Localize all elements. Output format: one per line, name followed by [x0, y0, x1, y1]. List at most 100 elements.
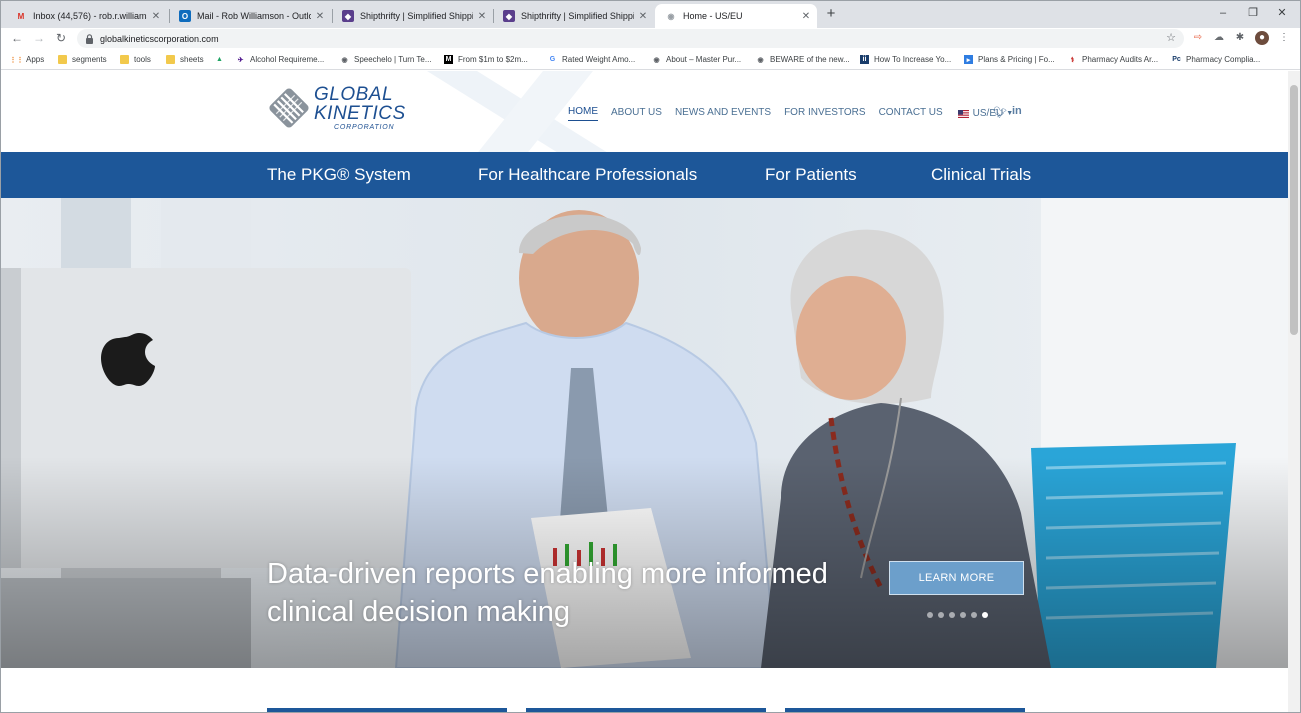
- bookmark-item[interactable]: M From $1m to $2m...: [444, 53, 528, 66]
- carousel-dot[interactable]: [960, 612, 966, 618]
- close-icon[interactable]: ✕: [801, 11, 811, 22]
- lock-icon: [86, 33, 93, 44]
- folder-icon: [166, 55, 175, 64]
- page-scrollbar[interactable]: [1288, 71, 1300, 712]
- logo-line-global: GLOBAL: [314, 84, 394, 105]
- us-flag-icon: [957, 109, 969, 118]
- tab-outlook-mail[interactable]: O Mail - Rob Williamson - Outlook ✕: [169, 4, 331, 28]
- bookmark-label: Plans & Pricing | Fo...: [978, 55, 1055, 64]
- bookmark-item[interactable]: ⋮⋮ Apps: [10, 53, 45, 66]
- extension-cast-icon[interactable]: ⇨: [1191, 31, 1205, 45]
- medium-icon: M: [444, 55, 453, 64]
- bookmark-label: Apps: [26, 55, 45, 64]
- tab-title: Inbox (44,576) - rob.r.williamson: [33, 11, 147, 21]
- main-nav-clinical-trials[interactable]: Clinical Trials: [931, 165, 1031, 185]
- carousel-dot[interactable]: [938, 612, 944, 618]
- hero-headline: Data-driven reports enabling more inform…: [267, 555, 847, 631]
- top-nav-for-investors[interactable]: FOR INVESTORS: [784, 107, 866, 121]
- bookmark-label: BEWARE of the new...: [770, 55, 850, 64]
- bookmark-label: Rated Weight Amo...: [562, 55, 636, 64]
- main-nav-healthcare-professionals[interactable]: For Healthcare Professionals: [478, 165, 697, 185]
- carousel-pagination: [927, 612, 993, 618]
- bookmark-item[interactable]: ▲: [215, 53, 229, 66]
- linkedin-icon[interactable]: in: [1012, 105, 1022, 117]
- tab-title: Mail - Rob Williamson - Outlook: [197, 11, 311, 21]
- feature-card[interactable]: [526, 708, 766, 712]
- hero-headline-line1: Data-driven reports enabling more inform…: [267, 558, 828, 590]
- carousel-dot[interactable]: [971, 612, 977, 618]
- tab-home-us-eu[interactable]: ◉ Home - US/EU ✕: [655, 4, 817, 28]
- extensions-puzzle-icon[interactable]: ✱: [1233, 31, 1247, 45]
- feature-card[interactable]: [785, 708, 1025, 712]
- bookmark-label: sheets: [180, 55, 204, 64]
- bookmark-item[interactable]: ✈ Alcohol Requireme...: [236, 53, 325, 66]
- carousel-dot[interactable]: [949, 612, 955, 618]
- bookmark-item[interactable]: ◉ Speechelo | Turn Te...: [340, 53, 432, 66]
- bookmark-label: Speechelo | Turn Te...: [354, 55, 432, 64]
- fedex-icon: ✈: [237, 56, 244, 64]
- bookmark-star-icon[interactable]: ☆: [1166, 31, 1176, 44]
- menu-dots-icon[interactable]: ⋮: [1277, 31, 1291, 45]
- tab-gmail-inbox[interactable]: M Inbox (44,576) - rob.r.williamson ✕: [5, 4, 167, 28]
- top-nav-about-us[interactable]: ABOUT US: [611, 107, 662, 121]
- flag-bookmark-icon: ▸: [964, 55, 973, 64]
- close-icon[interactable]: ✕: [477, 11, 487, 22]
- bookmark-item[interactable]: segments: [58, 53, 107, 66]
- main-nav-pkg-system[interactable]: The PKG® System: [267, 165, 411, 185]
- main-nav-for-patients[interactable]: For Patients: [765, 165, 857, 185]
- bookmark-item[interactable]: ▸ Plans & Pricing | Fo...: [964, 53, 1055, 66]
- reload-icon[interactable]: ↻: [53, 30, 69, 46]
- bookmark-item[interactable]: ii How To Increase Yo...: [860, 53, 951, 66]
- bookmark-label: Pharmacy Audits Ar...: [1082, 55, 1159, 64]
- bookmark-item[interactable]: G Rated Weight Amo...: [548, 53, 635, 66]
- close-icon[interactable]: ✕: [315, 11, 325, 22]
- bookmark-item[interactable]: Pc Pharmacy Complia...: [1172, 53, 1260, 66]
- learn-more-button[interactable]: LEARN MORE: [889, 561, 1024, 595]
- bookmark-label: Alcohol Requireme...: [250, 55, 325, 64]
- tab-title: Home - US/EU: [683, 11, 743, 21]
- twitter-icon[interactable]: 🐦︎: [993, 106, 1007, 119]
- shipthrifty-icon: ◆: [342, 10, 354, 22]
- hero-headline-line2: clinical decision making: [267, 596, 571, 628]
- top-nav-home[interactable]: HOME: [568, 106, 598, 121]
- scrollbar-thumb[interactable]: [1290, 85, 1298, 335]
- close-icon[interactable]: ✕: [151, 11, 161, 22]
- close-icon[interactable]: ✕: [638, 11, 648, 22]
- bookmark-label: segments: [72, 55, 107, 64]
- extension-cloud-icon[interactable]: ☁: [1212, 31, 1226, 45]
- carousel-dot[interactable]: [927, 612, 933, 618]
- bookmark-item[interactable]: ◉ About – Master Pur...: [652, 53, 741, 66]
- close-window-button[interactable]: ✕: [1273, 5, 1291, 21]
- site-icon: ii: [860, 55, 869, 64]
- drive-icon: ▲: [216, 56, 223, 63]
- profile-avatar-icon[interactable]: ●: [1255, 31, 1269, 45]
- bookmark-label: Pharmacy Complia...: [1186, 55, 1261, 64]
- global-kinetics-logo[interactable]: GLOBAL KINETICS CORPORATION: [267, 85, 406, 131]
- carousel-dot-active[interactable]: [982, 612, 988, 618]
- minimize-button[interactable]: –: [1214, 5, 1232, 21]
- globe-icon: ◉: [341, 56, 348, 64]
- gmail-icon: M: [17, 11, 25, 21]
- top-nav-news-and-events[interactable]: NEWS AND EVENTS: [675, 107, 771, 121]
- bookmark-item[interactable]: ◉ BEWARE of the new...: [756, 53, 850, 66]
- maximize-button[interactable]: ❐: [1244, 5, 1262, 21]
- logo-mark-icon: [269, 88, 309, 128]
- top-navigation: HOME ABOUT US NEWS AND EVENTS FOR INVEST…: [568, 106, 1013, 121]
- bookmark-item[interactable]: sheets: [166, 53, 204, 66]
- new-tab-button[interactable]: +: [824, 6, 838, 22]
- bookmark-item[interactable]: ⚕ Pharmacy Audits Ar...: [1068, 53, 1158, 66]
- forward-arrow-icon[interactable]: →: [31, 30, 47, 46]
- top-nav-contact-us[interactable]: CONTACT US: [879, 107, 943, 121]
- feature-card[interactable]: [267, 708, 507, 712]
- tab-shipthrifty-1[interactable]: ◆ Shipthrifty | Simplified Shipping ✕: [332, 4, 493, 28]
- tab-title: Shipthrifty | Simplified Shipping: [521, 11, 634, 21]
- browser-window: M Inbox (44,576) - rob.r.williamson ✕ O …: [0, 0, 1301, 713]
- address-bar[interactable]: globalkineticscorporation.com ☆: [77, 29, 1184, 48]
- bookmarks-bar: ⋮⋮ Apps segments tools sheets ▲ ✈ Alcoho…: [1, 49, 1300, 70]
- tab-shipthrifty-2[interactable]: ◆ Shipthrifty | Simplified Shipping ✕: [493, 4, 654, 28]
- main-navigation: The PKG® System For Healthcare Professio…: [1, 152, 1288, 198]
- folder-icon: [58, 55, 67, 64]
- bookmark-label: How To Increase Yo...: [874, 55, 952, 64]
- bookmark-item[interactable]: tools: [120, 53, 151, 66]
- back-arrow-icon[interactable]: ←: [9, 30, 25, 46]
